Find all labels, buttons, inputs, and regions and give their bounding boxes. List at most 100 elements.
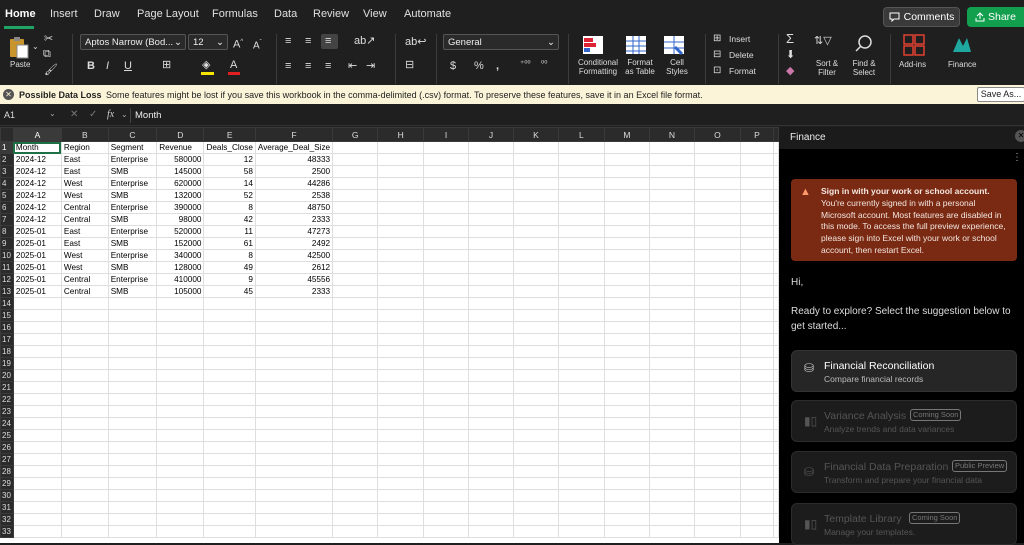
cell[interactable] — [332, 357, 379, 370]
cell[interactable] — [12, 333, 62, 346]
cell[interactable]: 9 — [203, 273, 256, 286]
column-header[interactable]: B — [60, 127, 109, 142]
cell[interactable] — [557, 201, 605, 214]
cell[interactable]: 42500 — [254, 249, 334, 262]
cell[interactable] — [60, 393, 109, 406]
cell[interactable]: 410000 — [156, 273, 205, 286]
cell[interactable]: 105000 — [156, 285, 205, 298]
chevron-down-icon[interactable]: ⌄ — [32, 41, 39, 53]
cell[interactable] — [557, 213, 605, 226]
increase-indent-icon[interactable]: ⇥ — [366, 60, 375, 72]
cell[interactable] — [512, 513, 559, 526]
cell[interactable] — [739, 369, 775, 382]
cell[interactable] — [377, 225, 425, 238]
name-box-chevron-icon[interactable]: ⌄ — [49, 109, 56, 118]
cell[interactable] — [512, 189, 559, 202]
cell[interactable] — [648, 225, 695, 238]
cell[interactable] — [332, 309, 379, 322]
cell[interactable] — [377, 297, 425, 310]
cell[interactable] — [648, 525, 695, 538]
bold-icon[interactable]: B — [87, 60, 95, 72]
add-ins-button[interactable]: Add-ins — [899, 60, 926, 69]
cell[interactable] — [739, 513, 775, 526]
cell[interactable] — [603, 225, 650, 238]
cell[interactable] — [773, 369, 779, 382]
cell[interactable] — [693, 177, 741, 190]
cell[interactable] — [203, 393, 256, 406]
close-icon[interactable]: ✕ — [1015, 130, 1024, 142]
cell[interactable]: East — [60, 165, 109, 178]
cell[interactable]: Enterprise — [107, 177, 158, 190]
cell[interactable] — [12, 453, 62, 466]
cell[interactable] — [693, 201, 741, 214]
cell[interactable] — [512, 249, 559, 262]
column-header[interactable]: O — [693, 127, 741, 142]
cell[interactable] — [693, 465, 741, 478]
cell[interactable] — [603, 501, 650, 514]
column-header[interactable]: M — [603, 127, 650, 142]
decrease-indent-icon[interactable]: ⇤ — [348, 60, 357, 72]
save-as-button[interactable]: Save As... — [977, 87, 1024, 102]
cell[interactable] — [739, 297, 775, 310]
share-button[interactable]: Share — [967, 7, 1024, 27]
cell[interactable] — [254, 381, 334, 394]
cell[interactable] — [773, 177, 779, 190]
cell[interactable] — [773, 285, 779, 298]
cell[interactable] — [557, 525, 605, 538]
cell[interactable] — [156, 309, 205, 322]
cell[interactable] — [557, 273, 605, 286]
cell[interactable] — [156, 441, 205, 454]
spreadsheet-grid[interactable]: ABCDEFGHIJKLMNOP 1 Month Region Segment Reve… — [0, 127, 779, 543]
cell[interactable] — [648, 405, 695, 418]
tab-home[interactable]: Home — [5, 8, 36, 20]
cell[interactable] — [512, 345, 559, 358]
cell[interactable] — [693, 189, 741, 202]
borders-icon[interactable]: ⊞ — [162, 59, 171, 71]
cell[interactable] — [557, 489, 605, 502]
cell[interactable] — [468, 297, 514, 310]
cell[interactable] — [739, 213, 775, 226]
cell[interactable] — [203, 513, 256, 526]
cell[interactable] — [693, 321, 741, 334]
cell[interactable] — [468, 405, 514, 418]
cell[interactable] — [156, 405, 205, 418]
cell[interactable] — [648, 213, 695, 226]
cell[interactable] — [60, 381, 109, 394]
cell[interactable] — [377, 513, 425, 526]
cell[interactable] — [693, 477, 741, 490]
name-box[interactable]: A1 — [4, 110, 15, 120]
cell[interactable] — [203, 417, 256, 430]
column-header[interactable]: L — [557, 127, 605, 142]
cell[interactable]: 42 — [203, 213, 256, 226]
row-header[interactable]: 24 — [0, 417, 14, 430]
cell[interactable] — [603, 465, 650, 478]
row-header[interactable]: 7 — [0, 213, 14, 226]
cell[interactable] — [468, 477, 514, 490]
cell[interactable] — [693, 393, 741, 406]
increase-decimal-icon[interactable]: ⁺⁰⁰ — [520, 58, 531, 70]
cell[interactable] — [254, 369, 334, 382]
cell[interactable] — [423, 285, 470, 298]
cell[interactable] — [512, 165, 559, 178]
clear-icon[interactable]: ◆ — [786, 65, 794, 77]
row-header[interactable]: 29 — [0, 477, 14, 490]
currency-icon[interactable]: $ — [450, 60, 456, 72]
cell[interactable] — [107, 321, 158, 334]
cell[interactable]: 2025-01 — [12, 225, 62, 238]
row-header[interactable]: 4 — [0, 177, 14, 190]
row-header[interactable]: 18 — [0, 345, 14, 358]
tab-draw[interactable]: Draw — [94, 8, 120, 20]
cell[interactable] — [107, 405, 158, 418]
cell[interactable] — [332, 177, 379, 190]
cell[interactable] — [512, 405, 559, 418]
cell[interactable]: 98000 — [156, 213, 205, 226]
cell[interactable] — [60, 477, 109, 490]
cell[interactable] — [423, 501, 470, 514]
cell[interactable] — [423, 417, 470, 430]
cell[interactable] — [693, 141, 741, 154]
cell[interactable] — [773, 477, 779, 490]
cell[interactable] — [512, 393, 559, 406]
cell[interactable] — [512, 381, 559, 394]
cell[interactable] — [423, 297, 470, 310]
cell[interactable] — [512, 477, 559, 490]
